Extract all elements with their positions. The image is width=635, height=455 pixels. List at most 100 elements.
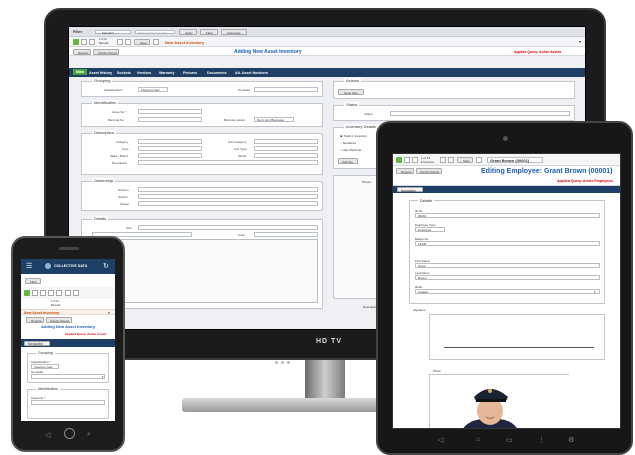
menu-icon[interactable]: ⋮ [538, 436, 545, 444]
next-record-icon[interactable] [117, 39, 123, 45]
vessel-select[interactable] [138, 201, 318, 206]
next-record-icon[interactable] [48, 290, 54, 296]
prev-record-icon[interactable] [412, 157, 418, 163]
classification-select[interactable]: Inventory Item [31, 364, 59, 369]
first-record-icon[interactable] [81, 39, 87, 45]
template-select[interactable]: ▾ [31, 374, 105, 379]
phone-home-icon[interactable] [64, 428, 75, 439]
first-name-input[interactable]: Grant [415, 263, 600, 268]
rank-select[interactable]: Captain ▾ [415, 289, 600, 294]
refresh-icon[interactable]: ↻ [103, 262, 109, 270]
section-title: Description [92, 130, 117, 135]
tab-pictures[interactable]: Pictures [183, 71, 197, 75]
sub-category-select[interactable] [254, 139, 318, 144]
last-name-input[interactable]: Brown [415, 275, 600, 280]
model-input[interactable] [254, 153, 318, 158]
phone-search-icon[interactable]: ⌕ [87, 431, 91, 439]
barcode-labels-select[interactable]: Don't print Barcodes [254, 117, 294, 122]
recent-apps-icon[interactable]: ▭ [506, 436, 513, 444]
back-icon[interactable]: ◁ [438, 436, 443, 444]
add-qty-button[interactable]: Add Qty [338, 158, 358, 164]
first-record-icon[interactable] [404, 157, 410, 163]
issue-item-button[interactable]: Issue Item [338, 89, 364, 95]
tab-sockets[interactable]: Sockets [117, 71, 131, 75]
id-no-input[interactable]: 00001 [415, 213, 600, 218]
template-select[interactable] [254, 87, 318, 92]
add-icon[interactable] [396, 157, 402, 163]
color-select[interactable] [254, 232, 318, 237]
filter-search-input[interactable]: Enter text here to filter [135, 29, 175, 35]
category-select[interactable] [138, 139, 202, 144]
add-icon[interactable] [73, 39, 79, 45]
filter-button[interactable]: Filter [200, 29, 218, 35]
tablet-form-header: Reports Activity Report Editing Employee… [393, 166, 620, 186]
activity-report-button[interactable]: Activity Report [416, 168, 442, 174]
record-label: Employee [421, 160, 435, 164]
next-record-icon[interactable] [440, 157, 446, 163]
reports-button[interactable]: Reports [73, 48, 91, 55]
shelf-life-radio[interactable]: ○ Has Shelf Life [340, 148, 361, 152]
hamburger-icon[interactable]: ☰ [26, 262, 32, 270]
phone-app-header: ☰ COLLECTIVE DATA ↻ [21, 259, 115, 274]
first-record-icon[interactable] [32, 290, 38, 296]
last-record-icon[interactable] [448, 157, 454, 163]
section-title: Ownership [92, 178, 116, 183]
undo-icon[interactable] [73, 290, 79, 296]
prev-record-icon[interactable] [40, 290, 46, 296]
tab-documents[interactable]: Documents [207, 71, 227, 75]
description-input[interactable] [138, 160, 318, 165]
record-title-box[interactable]: Grant Brown (00001) [487, 156, 543, 163]
employee-type-select[interactable]: Employee [415, 227, 445, 232]
last-record-icon[interactable] [56, 290, 62, 296]
save-button[interactable]: Save [134, 39, 150, 45]
reports-button[interactable]: Reports [26, 317, 44, 323]
app-brand: COLLECTIVE DATA [54, 264, 88, 268]
signature-line [444, 347, 594, 348]
serialized-radio[interactable]: ○ Serialized [340, 141, 356, 145]
tab-main[interactable]: Main [73, 69, 88, 75]
apply-button[interactable]: Apply [179, 29, 197, 35]
phone-back-icon[interactable]: ◁ [45, 431, 50, 439]
sub-type-select[interactable] [254, 146, 318, 151]
collapse-icon[interactable]: ▾ [579, 39, 581, 44]
barcode-no-input[interactable] [138, 117, 202, 122]
make-brand-input[interactable] [138, 153, 202, 158]
save-icon[interactable] [65, 290, 71, 296]
activity-report-button[interactable]: Activity Report [46, 317, 72, 323]
add-icon[interactable] [24, 290, 30, 296]
badge-no-input[interactable]: 12345 [415, 241, 600, 246]
track-inventory-radio[interactable]: ◉ Track in Inventory [340, 134, 367, 138]
signature-pad[interactable] [429, 314, 605, 360]
home-icon[interactable]: ⌂ [476, 436, 480, 443]
employee-details-section: Details ID No 00001 Employee Type Employ… [409, 198, 605, 304]
navigation-button[interactable]: Navigation [24, 340, 50, 346]
advanced-button[interactable]: Advanced [221, 29, 247, 35]
activity-report-button[interactable]: Activity Report [93, 48, 119, 55]
undo-icon[interactable] [476, 157, 482, 163]
tab-asset-history[interactable]: Asset History [89, 71, 112, 75]
type-select[interactable] [138, 146, 202, 151]
status-select[interactable] [390, 111, 570, 116]
save-button[interactable]: Save [457, 157, 473, 163]
tab-warranty[interactable]: Warranty [159, 71, 174, 75]
size-input[interactable] [138, 225, 318, 230]
navigation-button[interactable]: Navigation [397, 187, 423, 193]
reports-button[interactable]: Reports [396, 168, 414, 174]
asset-no-input[interactable] [138, 109, 202, 114]
collapse-icon[interactable]: ▾ [108, 311, 110, 315]
tab-alt-asset-numbers[interactable]: Alt. Asset Numbers [235, 71, 268, 75]
filter-select[interactable]: -- Standard -- [95, 29, 131, 35]
last-record-icon[interactable] [125, 39, 131, 45]
undo-icon[interactable] [153, 39, 159, 45]
asset-no-input[interactable] [31, 400, 105, 405]
tab-vendors[interactable]: Vendors [137, 71, 151, 75]
section-select[interactable] [138, 194, 318, 199]
record-title: New Asset Inventory [24, 310, 60, 315]
filter-button[interactable]: Filter [25, 278, 41, 284]
settings-icon[interactable]: ⚙ [568, 436, 574, 444]
prev-record-icon[interactable] [89, 39, 95, 45]
status-label: Status [364, 112, 373, 116]
notes-textarea[interactable] [92, 239, 318, 303]
classification-select[interactable]: Inventory Item [138, 87, 168, 92]
division-select[interactable] [138, 187, 318, 192]
